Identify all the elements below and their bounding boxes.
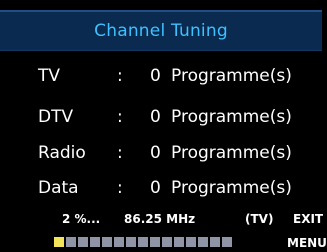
scan-status-line: 2 %... 86.25 MHz (TV) EXIT	[0, 212, 327, 230]
progress-segment-empty	[66, 237, 76, 247]
list-item-tv: TV : 0 Programme(s)	[0, 66, 327, 94]
progress-segment-empty	[102, 237, 112, 247]
row-count: 0	[150, 178, 161, 198]
progress-segment-empty	[162, 237, 172, 247]
progress-segment-empty	[138, 237, 148, 247]
progress-segment-empty	[174, 237, 184, 247]
row-separator: :	[117, 107, 123, 127]
title-bar: Channel Tuning	[0, 10, 322, 51]
list-item-data: Data : 0 Programme(s)	[0, 178, 327, 206]
tuning-screen: Channel Tuning TV : 0 Programme(s) DTV :…	[0, 0, 327, 252]
scan-band: (TV)	[245, 212, 274, 226]
menu-key-hint[interactable]: MENU	[287, 236, 327, 250]
row-unit: Programme(s)	[171, 178, 292, 198]
row-count: 0	[150, 107, 161, 127]
row-count: 0	[150, 143, 161, 163]
progress-segment-empty	[78, 237, 88, 247]
row-unit: Programme(s)	[171, 143, 292, 163]
progress-segment-empty	[186, 237, 196, 247]
list-item-dtv: DTV : 0 Programme(s)	[0, 107, 327, 135]
row-separator: :	[117, 143, 123, 163]
row-label: DTV	[38, 107, 74, 127]
scan-frequency: 86.25 MHz	[124, 212, 196, 226]
row-label: TV	[38, 66, 61, 86]
page-title: Channel Tuning	[94, 21, 228, 41]
row-separator: :	[117, 66, 123, 86]
progress-segment-empty	[198, 237, 208, 247]
list-item-radio: Radio : 0 Programme(s)	[0, 143, 327, 171]
progress-segment-empty	[210, 237, 220, 247]
progress-segment-empty	[150, 237, 160, 247]
progress-segment-filled	[54, 237, 64, 247]
row-unit: Programme(s)	[171, 107, 292, 127]
row-count: 0	[150, 66, 161, 86]
scan-progress-bar	[54, 237, 232, 247]
progress-segment-empty	[90, 237, 100, 247]
scan-percent: 2 %...	[62, 212, 101, 226]
exit-hint[interactable]: EXIT	[293, 212, 323, 226]
row-separator: :	[117, 178, 123, 198]
progress-segment-empty	[126, 237, 136, 247]
row-unit: Programme(s)	[171, 66, 292, 86]
progress-segment-empty	[222, 237, 232, 247]
progress-segment-empty	[114, 237, 124, 247]
row-label: Data	[38, 178, 79, 198]
row-label: Radio	[38, 143, 86, 163]
